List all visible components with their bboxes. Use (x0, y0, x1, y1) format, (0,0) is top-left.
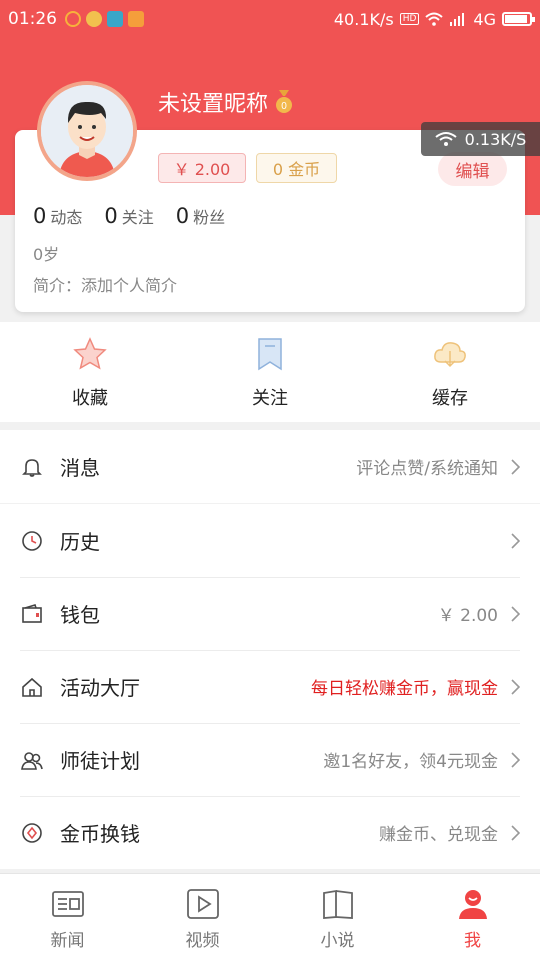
scan-icon (107, 11, 123, 27)
quick-cache[interactable]: 缓存 (360, 322, 540, 422)
wifi-icon (435, 132, 457, 146)
edit-button[interactable]: 编辑 (438, 152, 507, 186)
home-icon (22, 677, 42, 697)
network-speed: 40.1K/s (333, 9, 394, 29)
chevron-right-icon (511, 751, 520, 768)
money-badge[interactable]: ￥ 2.00 (158, 153, 246, 183)
avatar[interactable] (37, 81, 137, 181)
video-icon (186, 889, 219, 919)
bell-icon (22, 458, 42, 477)
news-icon (51, 891, 84, 917)
quick-actions: 收藏 关注 缓存 (0, 322, 540, 422)
menu-section-messages: 消息 评论点赞/系统通知 (0, 430, 540, 503)
nickname-text: 未设置昵称 (158, 92, 269, 117)
wallet-icon (22, 603, 42, 623)
people-icon (21, 751, 43, 770)
menu-row-activity[interactable]: 活动大厅 每日轻松赚金币，赢现金 (0, 650, 540, 723)
battery-icon (502, 12, 535, 26)
headset-icon (65, 11, 81, 27)
clock-icon (22, 530, 42, 551)
menu-row-wallet[interactable]: 钱包 ￥ 2.00 (0, 577, 540, 650)
hd-icon: HD (399, 13, 420, 25)
chevron-right-icon (511, 824, 520, 841)
quick-favorites[interactable]: 收藏 (0, 322, 180, 422)
user-icon (458, 890, 487, 919)
status-bar: 01:26 40.1K/s HD 4G (0, 0, 540, 38)
shop-icon (128, 11, 144, 27)
menu-section-main: 历史 钱包 ￥ 2.00 活动大厅 每日轻松赚金币，赢现金 师徒计划 邀1名好友… (0, 504, 540, 869)
tab-video[interactable]: 视频 (135, 874, 270, 960)
status-time: 01:26 (8, 9, 57, 29)
chevron-right-icon (511, 605, 520, 622)
tab-me[interactable]: 我 (405, 874, 540, 960)
book-icon (322, 889, 353, 919)
menu-row-history[interactable]: 历史 (0, 504, 540, 577)
chevron-right-icon (511, 678, 520, 695)
coin-exchange-icon (22, 822, 42, 843)
menu-row-mentor[interactable]: 师徒计划 邀1名好友，领4元现金 (0, 723, 540, 796)
stat-followers[interactable]: 0 粉丝 (176, 204, 225, 228)
stat-following[interactable]: 0 关注 (104, 204, 153, 228)
svg-text:0: 0 (281, 101, 287, 112)
menu-row-messages[interactable]: 消息 评论点赞/系统通知 (0, 430, 540, 503)
bottom-tab-bar: 新闻 视频 小说 我 (0, 873, 540, 960)
profile-stats: 0 动态 0 关注 0 粉丝 (33, 204, 225, 228)
cloud-download-icon (434, 342, 466, 368)
app-icon (86, 11, 102, 27)
profile-intro[interactable]: 简介：添加个人简介 (33, 272, 177, 296)
bookmark-icon (258, 338, 282, 371)
stat-posts[interactable]: 0 动态 (33, 204, 82, 228)
nickname[interactable]: 未设置昵称 0 (158, 86, 294, 118)
star-icon (73, 337, 107, 370)
chevron-right-icon (511, 532, 520, 549)
menu-row-exchange[interactable]: 金币换钱 赚金币、兑现金 (0, 796, 540, 869)
chevron-right-icon (511, 458, 520, 475)
tab-news[interactable]: 新闻 (0, 874, 135, 960)
quick-following[interactable]: 关注 (180, 322, 360, 422)
coin-badge[interactable]: 0 金币 (256, 153, 337, 183)
wifi-icon (425, 12, 444, 26)
profile-age: 0岁 (33, 245, 60, 264)
signal-icon (450, 13, 465, 26)
avatar-illustration (41, 85, 133, 177)
notification-icons (65, 11, 144, 27)
net-speed-overlay: 0.13K/S (421, 122, 540, 156)
medal-icon: 0 (276, 90, 293, 113)
network-type: 4G (473, 9, 496, 29)
tab-novel[interactable]: 小说 (270, 874, 405, 960)
